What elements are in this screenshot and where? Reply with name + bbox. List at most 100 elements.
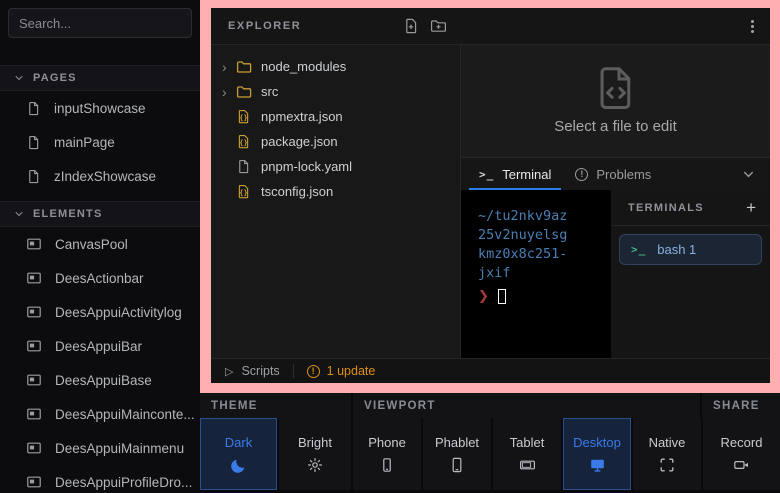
explorer-title: EXPLORER xyxy=(228,20,301,32)
search-input[interactable] xyxy=(8,8,192,38)
sidebar-item-deesappuimainmenu[interactable]: DeesAppuiMainmenu xyxy=(0,431,200,465)
theme-dark-button[interactable]: Dark xyxy=(200,418,277,490)
tree-item-src[interactable]: › src xyxy=(211,79,460,104)
new-folder-icon xyxy=(430,18,447,34)
terminal-output[interactable]: ~/tu2nkv9az 25v2nuyelsg kmz0x8c251- jxif… xyxy=(461,190,611,358)
new-folder-button[interactable] xyxy=(430,18,447,34)
share-record-button[interactable]: Record xyxy=(703,418,780,490)
sidebar-item-label: DeesAppuiMainmenu xyxy=(55,441,184,456)
add-terminal-button[interactable]: + xyxy=(746,199,756,216)
sidebar-item-deesappuibar[interactable]: DeesAppuiBar xyxy=(0,329,200,363)
toolbar-groups: THEME VIEWPORT SHARE xyxy=(200,393,780,418)
tree-item-npmextra-json[interactable]: {} npmextra.json xyxy=(211,104,460,129)
button-label: Tablet xyxy=(510,435,545,450)
chevron-down-icon xyxy=(14,73,24,83)
editor-right-column: Select a file to edit >_ Terminal ! Prob… xyxy=(461,45,770,358)
sidebar-item-label: DeesAppuiActivitylog xyxy=(55,305,182,320)
phablet-icon xyxy=(449,457,465,473)
json-file-icon: {} xyxy=(236,184,253,199)
sidebar-item-mainpage[interactable]: mainPage xyxy=(0,125,200,159)
element-icon xyxy=(26,270,42,286)
stage: EXPLORER xyxy=(200,0,780,493)
chevron-right-icon: › xyxy=(222,85,236,99)
group-theme-label: THEME xyxy=(200,393,351,418)
new-file-button[interactable] xyxy=(403,18,419,34)
sidebar-item-deesactionbar[interactable]: DeesActionbar xyxy=(0,261,200,295)
more-menu-button[interactable] xyxy=(751,20,754,33)
kebab-dot xyxy=(751,20,754,23)
page-icon xyxy=(26,135,41,150)
button-label: Record xyxy=(721,435,763,450)
scripts-button[interactable]: ▷ Scripts xyxy=(225,364,280,378)
sidebar-item-deesappuiactivitylog[interactable]: DeesAppuiActivitylog xyxy=(0,295,200,329)
json-file-icon: {} xyxy=(236,134,253,149)
desktop-icon xyxy=(589,457,606,473)
terminal-icon: >_ xyxy=(631,243,646,256)
element-icon xyxy=(26,304,42,320)
theme-bright-button[interactable]: Bright xyxy=(279,418,351,490)
editor-empty-state: Select a file to edit xyxy=(461,45,770,157)
tree-item-pnpm-lock-yaml[interactable]: pnpm-lock.yaml xyxy=(211,154,460,179)
terminal-line: ~/tu2nkv9az xyxy=(478,207,611,226)
sidebar-section-elements[interactable]: ELEMENTS xyxy=(0,201,200,227)
collapse-panel-button[interactable] xyxy=(742,158,770,190)
button-label: Dark xyxy=(225,435,252,450)
prompt-chevron: ❯ xyxy=(478,287,489,306)
tab-problems[interactable]: ! Problems xyxy=(563,158,663,190)
editor-topbar-right xyxy=(461,8,770,44)
sidebar-item-deesappuibase[interactable]: DeesAppuiBase xyxy=(0,363,200,397)
tree-item-label: src xyxy=(261,84,278,99)
terminal-line: 25v2nuyelsg xyxy=(478,226,611,245)
sidebar-item-deesappuimaincontent[interactable]: DeesAppuiMainconte... xyxy=(0,397,200,431)
terminals-header: TERMINALS + xyxy=(611,190,770,226)
file-code-icon xyxy=(598,67,634,109)
sidebar-item-zindexshowcase[interactable]: zIndexShowcase xyxy=(0,159,200,193)
kebab-dot xyxy=(751,30,754,33)
sidebar-item-deesappuiprofiledropdown[interactable]: DeesAppuiProfileDro... xyxy=(0,465,200,493)
update-label: 1 update xyxy=(327,364,376,378)
tree-item-label: package.json xyxy=(261,134,338,149)
search-wrap xyxy=(0,0,200,46)
sidebar-item-label: zIndexShowcase xyxy=(54,169,156,184)
tree-item-label: tsconfig.json xyxy=(261,184,333,199)
viewport-desktop-button[interactable]: Desktop xyxy=(563,418,631,490)
terminal-session-bash-1[interactable]: >_ bash 1 xyxy=(619,234,762,265)
folder-icon xyxy=(236,59,253,75)
native-fullscreen-icon xyxy=(659,457,675,473)
viewport-phone-button[interactable]: Phone xyxy=(353,418,421,490)
sidebar-item-label: DeesAppuiBase xyxy=(55,373,152,388)
json-file-icon: {} xyxy=(236,109,253,124)
new-file-icon xyxy=(403,18,419,34)
viewport-tablet-button[interactable]: Tablet xyxy=(493,418,561,490)
sun-icon xyxy=(307,457,323,473)
viewport-phablet-button[interactable]: Phablet xyxy=(423,418,491,490)
sidebar-item-canvaspool[interactable]: CanvasPool xyxy=(0,227,200,261)
editor-statusbar: ▷ Scripts ! 1 update xyxy=(211,358,770,383)
explorer-header: EXPLORER xyxy=(211,8,461,44)
terminal-session-label: bash 1 xyxy=(657,242,696,257)
scripts-label: Scripts xyxy=(241,364,279,378)
terminal-prompt-row: ❯ xyxy=(478,287,611,306)
bottom-toolbar: THEME VIEWPORT SHARE Dark Bright Phone xyxy=(200,393,780,493)
button-label: Desktop xyxy=(573,435,621,450)
tree-item-tsconfig-json[interactable]: {} tsconfig.json xyxy=(211,179,460,204)
update-badge[interactable]: ! 1 update xyxy=(307,364,376,378)
element-icon xyxy=(26,372,42,388)
button-label: Phone xyxy=(368,435,406,450)
editor-topbar: EXPLORER xyxy=(211,8,770,45)
sidebar-item-label: DeesAppuiProfileDro... xyxy=(55,475,192,490)
chevron-right-icon: › xyxy=(222,60,236,74)
editor-window: EXPLORER xyxy=(211,8,770,383)
moon-icon xyxy=(230,457,247,474)
page-icon xyxy=(26,101,41,116)
folder-icon xyxy=(236,84,253,100)
sidebar-item-label: DeesAppuiBar xyxy=(55,339,142,354)
sidebar-section-pages[interactable]: PAGES xyxy=(0,65,200,91)
terminals-panel: TERMINALS + >_ bash 1 xyxy=(611,190,770,358)
viewport-native-button[interactable]: Native xyxy=(633,418,701,490)
sidebar-item-inputshowcase[interactable]: inputShowcase xyxy=(0,91,200,125)
tree-item-node-modules[interactable]: › node_modules xyxy=(211,54,460,79)
tree-item-package-json[interactable]: {} package.json xyxy=(211,129,460,154)
tab-terminal[interactable]: >_ Terminal xyxy=(467,158,563,190)
element-icon xyxy=(26,474,42,490)
